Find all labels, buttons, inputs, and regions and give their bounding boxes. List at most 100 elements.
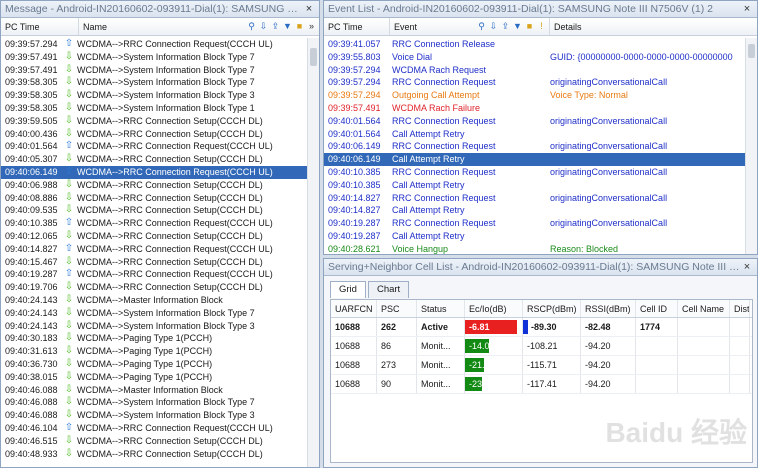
message-row[interactable]: 09:39:59.505 ⇩ WCDMA-->RRC Connection Setu… <box>1 115 319 128</box>
message-row[interactable]: 09:39:57.491 ⇩ WCDMA-->System Information … <box>1 51 319 64</box>
cell-row[interactable]: 10688 86 Monit... -14.01 -108.21 -94.20 <box>331 337 752 356</box>
tab-chart[interactable]: Chart <box>367 281 410 298</box>
event-row[interactable]: 09:40:14.827 RRC Connection Request origin… <box>324 192 745 205</box>
message-row[interactable]: 09:40:01.564 ⇧ WCDMA-->RRC Connection Requ… <box>1 140 319 153</box>
event-row[interactable]: 09:40:19.287 Call Attempt Retry <box>324 230 745 243</box>
message-row[interactable]: 09:40:12.065 ⇩ WCDMA-->RRC Connection Setu… <box>1 230 319 243</box>
message-row[interactable]: 09:40:46.515 ⇩ WCDMA-->RRC Connection Setu… <box>1 435 319 448</box>
column-header-details[interactable]: Details <box>550 18 757 35</box>
event-row[interactable]: 09:40:19.287 RRC Connection Request origin… <box>324 217 745 230</box>
import-icon[interactable]: ⇩ <box>488 21 499 32</box>
close-icon[interactable]: × <box>741 3 753 15</box>
grid-column-header[interactable]: Status <box>417 300 465 317</box>
message-row[interactable]: 09:40:36.730 ⇩ WCDMA-->Paging Type 1(PCCH) <box>1 358 319 371</box>
message-row[interactable]: 09:39:58.305 ⇩ WCDMA-->System Information … <box>1 76 319 89</box>
message-row[interactable]: 09:40:31.613 ⇩ WCDMA-->Paging Type 1(PCCH) <box>1 345 319 358</box>
event-row[interactable]: 09:39:57.294 Outgoing Call Attempt Voice T… <box>324 89 745 102</box>
cell-rscp: -108.21 <box>523 337 581 355</box>
message-row[interactable]: 09:40:06.988 ⇩ WCDMA-->RRC Connection Setu… <box>1 179 319 192</box>
message-scrollbar[interactable] <box>307 38 319 467</box>
event-list-pane: Event List - Android-IN20160602-093911-D… <box>323 0 758 255</box>
message-row[interactable]: 09:40:48.933 ⇩ WCDMA-->RRC Connection Setu… <box>1 448 319 461</box>
event-row[interactable]: 09:39:57.491 WCDMA Rach Failure <box>324 102 745 115</box>
message-row[interactable]: 09:40:46.104 ⇧ WCDMA-->RRC Connection Requ… <box>1 422 319 435</box>
cell-row[interactable]: 10688 90 Monit... -23.21 -117.41 -94.20 <box>331 375 752 394</box>
grid-column-header[interactable]: Ec/Io(dB) <box>465 300 523 317</box>
event-row[interactable]: 09:40:06.149 RRC Connection Request origin… <box>324 140 745 153</box>
event-row[interactable]: 09:40:01.564 Call Attempt Retry <box>324 128 745 141</box>
message-row[interactable]: 09:40:06.149 ⇧ WCDMA-->RRC Connection Requ… <box>1 165 319 179</box>
lock-icon[interactable]: ■ <box>524 21 535 32</box>
search-icon[interactable]: ⚲ <box>476 21 487 32</box>
cell-row[interactable]: 10688 273 Monit... -21.51 -115.71 -94.20 <box>331 356 752 375</box>
event-scroll-thumb[interactable] <box>748 44 755 58</box>
import-icon[interactable]: ⇩ <box>258 21 269 32</box>
grid-column-header[interactable]: UARFCN <box>331 300 377 317</box>
cell-pane-titlebar[interactable]: Serving+Neighbor Cell List - Android-IN2… <box>324 259 757 276</box>
downlink-arrow-icon: ⇩ <box>64 396 74 408</box>
close-icon[interactable]: × <box>303 3 315 15</box>
message-time: 09:39:59.505 <box>5 115 58 126</box>
search-icon[interactable]: ⚲ <box>246 21 257 32</box>
message-row[interactable]: 09:40:46.088 ⇩ WCDMA-->Master Information … <box>1 384 319 397</box>
event-row[interactable]: 09:40:10.385 RRC Connection Request origin… <box>324 166 745 179</box>
message-row[interactable]: 09:40:19.287 ⇧ WCDMA-->RRC Connection Requ… <box>1 268 319 281</box>
export-icon[interactable]: ⇪ <box>270 21 281 32</box>
event-row[interactable]: 09:40:01.564 RRC Connection Request origin… <box>324 115 745 128</box>
event-row[interactable]: 09:39:57.294 RRC Connection Request origin… <box>324 76 745 89</box>
cell-row[interactable]: 10688 262 Active -6.81 -89.30 -82.48 1774 <box>331 318 752 337</box>
tab-grid[interactable]: Grid <box>330 281 366 298</box>
message-row[interactable]: 09:40:24.143 ⇩ WCDMA-->System Information … <box>1 307 319 320</box>
message-row[interactable]: 09:40:38.015 ⇩ WCDMA-->Paging Type 1(PCCH) <box>1 371 319 384</box>
message-row[interactable]: 09:40:46.088 ⇩ WCDMA-->System Information … <box>1 396 319 409</box>
event-scrollbar[interactable] <box>745 38 757 254</box>
message-row[interactable]: 09:39:58.305 ⇩ WCDMA-->System Information … <box>1 89 319 102</box>
warning-icon[interactable]: ! <box>536 21 547 32</box>
message-row[interactable]: 09:40:24.143 ⇩ WCDMA-->Master Information … <box>1 294 319 307</box>
column-header-event[interactable]: Event ⚲ ⇩ ⇪ ▼ ■ ! <box>390 18 550 35</box>
export-icon[interactable]: ⇪ <box>500 21 511 32</box>
more-icon[interactable]: » <box>306 21 317 32</box>
column-header-pc-time[interactable]: PC Time <box>324 18 390 35</box>
column-header-pc-time[interactable]: PC Time <box>1 18 79 35</box>
close-icon[interactable]: × <box>741 261 753 273</box>
grid-column-header[interactable]: Dista <box>730 300 750 317</box>
message-row[interactable]: 09:40:30.183 ⇩ WCDMA-->Paging Type 1(PCCH) <box>1 332 319 345</box>
event-pane-titlebar[interactable]: Event List - Android-IN20160602-093911-D… <box>324 1 757 18</box>
message-row[interactable]: 09:40:14.827 ⇧ WCDMA-->RRC Connection Requ… <box>1 243 319 256</box>
message-row[interactable]: 09:40:00.436 ⇩ WCDMA-->RRC Connection Setu… <box>1 128 319 141</box>
event-name: Call Attempt Retry <box>392 128 465 139</box>
message-row[interactable]: 09:39:57.491 ⇩ WCDMA-->System Information … <box>1 64 319 77</box>
message-row[interactable]: 09:40:15.467 ⇩ WCDMA-->RRC Connection Setu… <box>1 256 319 269</box>
lock-icon[interactable]: ■ <box>294 21 305 32</box>
message-row[interactable]: 09:39:58.305 ⇩ WCDMA-->System Information … <box>1 102 319 115</box>
message-row[interactable]: 09:39:57.294 ⇧ WCDMA-->RRC Connection Requ… <box>1 38 319 51</box>
message-row[interactable]: 09:40:46.088 ⇩ WCDMA-->System Information … <box>1 409 319 422</box>
grid-column-header[interactable]: PSC <box>377 300 417 317</box>
grid-column-header[interactable]: RSSI(dBm) <box>581 300 636 317</box>
filter-icon[interactable]: ▼ <box>512 21 523 32</box>
message-row[interactable]: 09:40:09.535 ⇩ WCDMA-->RRC Connection Setu… <box>1 204 319 217</box>
event-row[interactable]: 09:39:57.294 WCDMA Rach Request <box>324 64 745 77</box>
message-row[interactable]: 09:40:08.886 ⇩ WCDMA-->RRC Connection Setu… <box>1 192 319 205</box>
grid-column-header[interactable]: RSCP(dBm) <box>523 300 581 317</box>
cell-rscp: -115.71 <box>523 356 581 374</box>
event-row[interactable]: 09:39:41.057 RRC Connection Release <box>324 38 745 51</box>
event-row[interactable]: 09:40:06.149 Call Attempt Retry <box>324 153 745 166</box>
message-row[interactable]: 09:40:24.143 ⇩ WCDMA-->System Information … <box>1 320 319 333</box>
grid-column-header[interactable]: Cell ID <box>636 300 678 317</box>
filter-icon[interactable]: ▼ <box>282 21 293 32</box>
event-row[interactable]: 09:40:28.621 Voice Hangup Reason: Blocked <box>324 243 745 254</box>
grid-column-header[interactable]: Cell Name <box>678 300 730 317</box>
message-pane-titlebar[interactable]: Message - Android-IN20160602-093911-Dial… <box>1 1 319 18</box>
event-row[interactable]: 09:39:55.803 Voice Dial GUID: {00000000-00… <box>324 51 745 64</box>
message-row[interactable]: 09:40:19.706 ⇩ WCDMA-->RRC Connection Setu… <box>1 281 319 294</box>
column-header-name[interactable]: Name ⚲ ⇩ ⇪ ▼ ■ » <box>79 18 319 35</box>
event-row[interactable]: 09:40:14.827 Call Attempt Retry <box>324 204 745 217</box>
message-row[interactable]: 09:40:05.307 ⇩ WCDMA-->RRC Connection Setu… <box>1 153 319 166</box>
event-details: originatingConversationalCall <box>550 141 668 152</box>
message-scroll-thumb[interactable] <box>310 48 317 66</box>
event-row[interactable]: 09:40:10.385 Call Attempt Retry <box>324 179 745 192</box>
message-row[interactable]: 09:40:10.385 ⇧ WCDMA-->RRC Connection Requ… <box>1 217 319 230</box>
message-name: WCDMA-->RRC Connection Request(CCCH UL) <box>77 269 273 280</box>
